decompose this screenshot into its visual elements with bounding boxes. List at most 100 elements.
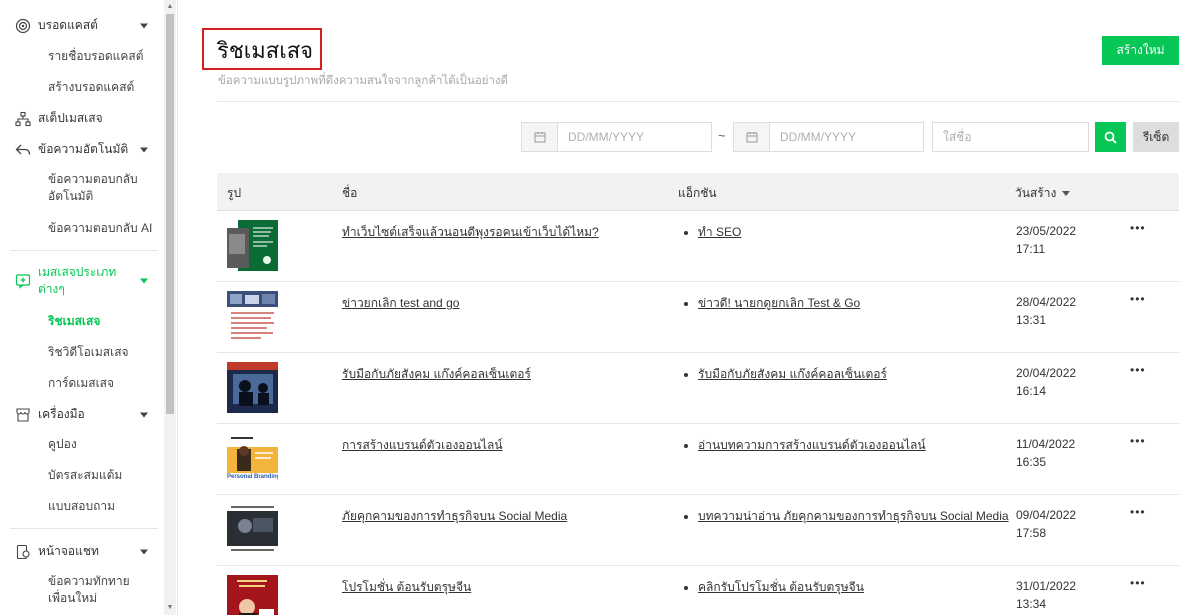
chevron-down-icon[interactable] <box>140 412 148 417</box>
more-options-icon[interactable]: ••• <box>1130 434 1146 448</box>
created-time: 16:14 <box>1016 384 1047 398</box>
reset-button[interactable]: รีเซ็ต <box>1133 122 1179 152</box>
created-time: 16:35 <box>1016 455 1047 469</box>
action-label[interactable]: อ่านบทความการสร้างแบรนด์ตัวเองออนไลน์ <box>698 438 926 452</box>
rich-message-action[interactable]: อ่านบทความการสร้างแบรนด์ตัวเองออนไลน์ <box>684 436 926 455</box>
rich-message-name[interactable]: รับมือกับภัยสังคม แก๊งค์คอลเซ็นเตอร์ <box>342 365 531 384</box>
created-date: 09/04/2022 <box>1016 508 1077 522</box>
name-search-input[interactable] <box>932 122 1089 152</box>
created-date: 20/04/2022 <box>1016 366 1077 380</box>
rich-message-thumbnail[interactable] <box>227 362 278 413</box>
sidebar-item-coupon[interactable]: คูปอง <box>48 436 158 453</box>
page-subtitle: ข้อความแบบรูปภาพที่ดึงความสนใจจากลูกค้าไ… <box>218 75 508 87</box>
sort-down-icon[interactable] <box>1062 191 1071 197</box>
action-label[interactable]: รับมือกับภัยสังคม แก๊งค์คอลเซ็นเตอร์ <box>698 367 887 381</box>
sidebar-item-card-message[interactable]: การ์ดเมสเสจ <box>48 375 158 392</box>
chevron-down-icon[interactable] <box>140 147 148 152</box>
bullet-icon <box>684 230 688 235</box>
table-row[interactable]: Personal Branding การสร้างแบรนด์ตัวเองออ… <box>217 424 1179 495</box>
created-date: 23/05/2022 <box>1016 224 1077 238</box>
date-to-input[interactable] <box>770 123 920 151</box>
sidebar-menu: บรอดแคสต์ รายชื่อบรอดแคสต์ สร้างบรอดแคสต… <box>0 0 164 615</box>
bullet-icon <box>684 443 688 448</box>
calendar-icon[interactable] <box>522 123 558 151</box>
search-button[interactable] <box>1095 122 1126 152</box>
chevron-down-icon[interactable] <box>140 278 148 284</box>
sidebar-item-rich-message[interactable]: ริชเมสเสจ <box>48 313 158 330</box>
sidebar-item-rich-video-message[interactable]: ริชวิดีโอเมสเสจ <box>48 344 158 361</box>
more-options-icon[interactable]: ••• <box>1130 576 1146 590</box>
bullet-icon <box>684 301 688 306</box>
scrollbar-thumb[interactable] <box>166 14 174 414</box>
rich-message-name[interactable]: ทำเว็บไซต์เสร็จแล้วนอนดีพุงรอคนเข้าเว็บไ… <box>342 223 599 242</box>
action-label[interactable]: คลิกรับโปรโมชั่น ต้อนรับตรุษจีน <box>698 580 864 594</box>
more-options-icon[interactable]: ••• <box>1130 221 1146 235</box>
sidebar-section-auto-message[interactable]: ข้อความอัตโนมัติ <box>14 140 164 159</box>
add-message-icon <box>14 272 32 290</box>
more-options-icon[interactable]: ••• <box>1130 505 1146 519</box>
sidebar-item-broadcast-list[interactable]: รายชื่อบรอดแคสต์ <box>48 48 158 65</box>
column-name: ชื่อ <box>342 186 358 200</box>
sidebar-item-reward-card[interactable]: บัตรสะสมแต้ม <box>48 467 158 484</box>
more-options-icon[interactable]: ••• <box>1130 363 1146 377</box>
sidebar-item-survey[interactable]: แบบสอบถาม <box>48 498 158 515</box>
sidebar-section-message-types[interactable]: เมสเสจประเภท ต่างๆ <box>14 263 164 299</box>
sidebar-item-create-broadcast[interactable]: สร้างบรอดแคสต์ <box>48 79 158 96</box>
created-date: 31/01/2022 <box>1016 579 1077 593</box>
rich-message-name[interactable]: ภัยคุกคามของการทำธุรกิจบน Social Media <box>342 507 567 526</box>
date-from-input[interactable] <box>558 123 708 151</box>
rich-message-thumbnail[interactable] <box>227 291 278 342</box>
chevron-down-icon[interactable] <box>140 549 148 554</box>
rich-message-action[interactable]: ข่าวดี! นายกดูยกเลิก Test & Go <box>684 294 860 313</box>
table-row[interactable]: ทำเว็บไซต์เสร็จแล้วนอนดีพุงรอคนเข้าเว็บไ… <box>217 211 1179 282</box>
store-icon <box>14 406 32 424</box>
sidebar-section-step-message[interactable]: สเต็ปเมสเสจ <box>14 109 164 128</box>
chevron-down-icon[interactable] <box>140 23 148 28</box>
rich-message-thumbnail[interactable] <box>227 220 278 271</box>
created-datetime: 20/04/2022 16:14 <box>1016 364 1076 400</box>
rich-message-action[interactable]: ทำ SEO <box>684 223 741 242</box>
sidebar-section-label: บรอดแคสต์ <box>38 18 98 32</box>
sidebar-divider <box>10 528 158 529</box>
date-from-field[interactable] <box>521 122 712 152</box>
sidebar-section-chat-screen[interactable]: หน้าจอแชท <box>14 542 164 561</box>
rich-message-thumbnail[interactable]: Personal Branding <box>227 433 278 484</box>
table-row[interactable]: ภัยคุกคามของการทำธุรกิจบน Social Media บ… <box>217 495 1179 566</box>
sidebar-item-greeting-message[interactable]: ข้อความทักทาย เพื่อนใหม่ <box>48 573 158 607</box>
rich-message-action[interactable]: บทความน่าอ่าน ภัยคุกคามของการทำธุรกิจบน … <box>684 507 1009 526</box>
create-new-button[interactable]: สร้างใหม่ <box>1102 36 1179 65</box>
rich-message-action[interactable]: คลิกรับโปรโมชั่น ต้อนรับตรุษจีน <box>684 578 864 597</box>
column-created[interactable]: วันสร้าง <box>1015 184 1071 203</box>
rich-message-thumbnail[interactable] <box>227 504 278 555</box>
created-datetime: 31/01/2022 13:34 <box>1016 577 1076 613</box>
action-label[interactable]: ข่าวดี! นายกดูยกเลิก Test & Go <box>698 296 860 310</box>
bullet-icon <box>684 514 688 519</box>
table-row[interactable]: รับมือกับภัยสังคม แก๊งค์คอลเซ็นเตอร์ รับ… <box>217 353 1179 424</box>
table-row[interactable]: ข่าวยกเลิก test and go ข่าวดี! นายกดูยกเ… <box>217 282 1179 353</box>
table-row[interactable]: โปรโมชั่น ต้อนรับตรุษจีน คลิกรับโปรโมชั่… <box>217 566 1179 615</box>
rich-message-name[interactable]: ข่าวยกเลิก test and go <box>342 294 459 313</box>
sidebar-item-ai-reply[interactable]: ข้อความตอบกลับ AI <box>48 220 158 237</box>
calendar-icon[interactable] <box>734 123 770 151</box>
sidebar-section-tools[interactable]: เครื่องมือ <box>14 405 164 424</box>
main-content: ริชเมสเสจ ข้อความแบบรูปภาพที่ดึงความสนใจ… <box>190 0 1200 615</box>
sidebar-scrollbar[interactable]: ▲ ▼ <box>164 0 176 615</box>
column-image: รูป <box>227 186 242 200</box>
bullet-icon <box>684 372 688 377</box>
action-label[interactable]: บทความน่าอ่าน ภัยคุกคามของการทำธุรกิจบน … <box>698 509 1009 523</box>
action-label[interactable]: ทำ SEO <box>698 225 741 239</box>
sidebar-section-broadcast[interactable]: บรอดแคสต์ <box>14 16 164 35</box>
date-to-field[interactable] <box>733 122 924 152</box>
more-options-icon[interactable]: ••• <box>1130 292 1146 306</box>
scroll-down-icon[interactable]: ▼ <box>164 601 176 615</box>
sidebar-divider <box>10 250 158 251</box>
column-created-label: วันสร้าง <box>1015 186 1057 200</box>
created-datetime: 11/04/2022 16:35 <box>1016 435 1075 471</box>
rich-message-action[interactable]: รับมือกับภัยสังคม แก๊งค์คอลเซ็นเตอร์ <box>684 365 887 384</box>
sidebar-item-auto-reply[interactable]: ข้อความตอบกลับ อัตโนมัติ <box>48 171 158 205</box>
rich-message-name[interactable]: การสร้างแบรนด์ตัวเองออนไลน์ <box>342 436 503 455</box>
rich-message-name[interactable]: โปรโมชั่น ต้อนรับตรุษจีน <box>342 578 471 597</box>
rich-message-thumbnail[interactable] <box>227 575 278 615</box>
scroll-up-icon[interactable]: ▲ <box>164 0 176 14</box>
header-divider <box>217 101 1179 102</box>
